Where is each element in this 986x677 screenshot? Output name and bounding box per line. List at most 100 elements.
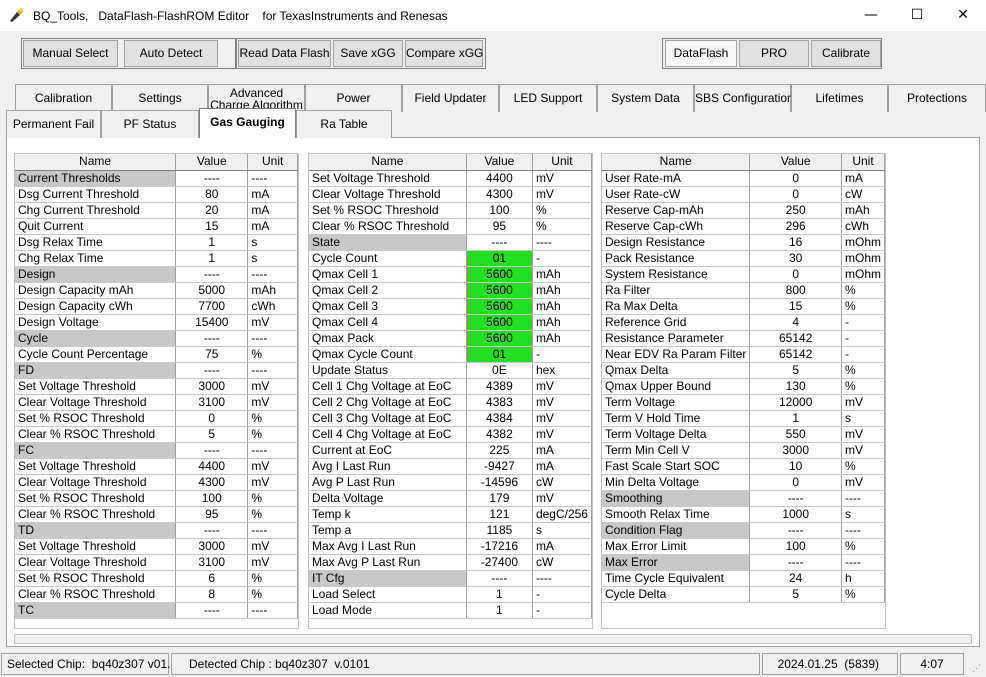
- table-row[interactable]: Pack Resistance 30 mOhm: [602, 250, 885, 267]
- row-value-cell[interactable]: 95: [175, 506, 249, 523]
- table-row[interactable]: Set % RSOC Threshold 0%: [15, 410, 298, 427]
- table-row[interactable]: Clear % RSOC Threshold 95%: [15, 506, 298, 523]
- table-row[interactable]: Condition Flag ---- ----: [602, 522, 885, 539]
- table-row[interactable]: IT Cfg ---- ----: [309, 570, 592, 587]
- table-row[interactable]: Smooth Relax Time 1000 s: [602, 506, 885, 523]
- row-value-cell[interactable]: -17216: [466, 538, 533, 555]
- row-value-cell[interactable]: 130: [749, 378, 842, 395]
- row-value-cell[interactable]: -14596: [466, 474, 533, 491]
- table-row[interactable]: Qmax Cycle Count 01-: [309, 346, 592, 363]
- row-value-cell[interactable]: 3000: [175, 378, 249, 395]
- mode-pro-button[interactable]: PRO: [739, 40, 809, 67]
- table-row[interactable]: Set % RSOC Threshold 6%: [15, 570, 298, 587]
- table-row[interactable]: Cell 2 Chg Voltage at EoC 4383 mV: [309, 394, 592, 411]
- table-row[interactable]: Qmax Pack 5600 mAh: [309, 330, 592, 347]
- value-header[interactable]: Value: [175, 154, 249, 171]
- table-row[interactable]: Cell 4 Chg Voltage at EoC 4382 mV: [309, 426, 592, 443]
- row-value-cell[interactable]: 800: [749, 282, 842, 299]
- unit-header[interactable]: Unit: [841, 154, 885, 171]
- row-value-cell[interactable]: 8: [175, 586, 249, 603]
- row-value-cell[interactable]: 65142: [749, 330, 842, 347]
- table-row[interactable]: Set Voltage Threshold 4400 mV: [15, 458, 298, 475]
- table-row[interactable]: Ra Max Delta 15%: [602, 298, 885, 315]
- table-row[interactable]: TC ---- ----: [15, 602, 298, 619]
- row-value-cell[interactable]: 4383: [466, 394, 533, 411]
- row-value-cell[interactable]: ----: [749, 554, 842, 571]
- table-row[interactable]: Time Cycle Equivalent 24 h: [602, 570, 885, 587]
- unit-header[interactable]: Unit: [247, 154, 298, 171]
- table-row[interactable]: Cell 3 Chg Voltage at EoC 4384 mV: [309, 410, 592, 427]
- table-row[interactable]: Smoothing ---- ----: [602, 490, 885, 507]
- table-row[interactable]: Set Voltage Threshold 3000 mV: [15, 538, 298, 555]
- row-value-cell[interactable]: 3100: [175, 554, 249, 571]
- row-value-cell[interactable]: 0: [749, 474, 842, 491]
- tab-pf-status[interactable]: PF Status: [101, 110, 199, 138]
- table-row[interactable]: Qmax Cell 1 5600 mAh: [309, 266, 592, 283]
- row-value-cell[interactable]: 5: [749, 362, 842, 379]
- row-value-cell[interactable]: 12000: [749, 394, 842, 411]
- unit-header[interactable]: Unit: [532, 154, 592, 171]
- row-value-cell[interactable]: 24: [749, 570, 842, 587]
- row-value-cell[interactable]: ----: [175, 362, 249, 379]
- row-value-cell[interactable]: 10: [749, 458, 842, 475]
- tab-field-updater[interactable]: Field Updater: [402, 84, 499, 112]
- row-value-cell[interactable]: 4: [749, 314, 842, 331]
- row-value-cell[interactable]: 1: [175, 250, 249, 267]
- row-value-cell[interactable]: 3000: [175, 538, 249, 555]
- compare-xgg-button[interactable]: Compare xGG: [405, 40, 483, 67]
- row-value-cell[interactable]: 1185: [466, 522, 533, 539]
- row-value-cell[interactable]: ----: [175, 522, 249, 539]
- table-row[interactable]: Load Select 1-: [309, 586, 592, 603]
- table-row[interactable]: Fast Scale Start SOC 10%: [602, 458, 885, 475]
- row-value-cell[interactable]: 16: [749, 234, 842, 251]
- row-value-cell[interactable]: 5: [749, 586, 842, 603]
- value-header[interactable]: Value: [466, 154, 533, 171]
- row-value-cell[interactable]: 1: [749, 410, 842, 427]
- row-value-cell[interactable]: 4300: [466, 186, 533, 203]
- row-value-cell[interactable]: 100: [466, 202, 533, 219]
- read-data-flash-button[interactable]: Read Data Flash: [238, 40, 331, 67]
- table-row[interactable]: Temp a 1185 s: [309, 522, 592, 539]
- table-row[interactable]: FC ---- ----: [15, 442, 298, 459]
- row-value-cell[interactable]: 7700: [175, 298, 249, 315]
- table-row[interactable]: Min Delta Voltage 0 mV: [602, 474, 885, 491]
- row-value-cell[interactable]: ----: [175, 442, 249, 459]
- row-value-cell[interactable]: 0E: [466, 362, 533, 379]
- table-row[interactable]: Clear % RSOC Threshold 95%: [309, 218, 592, 235]
- table-row[interactable]: Current at EoC 225 mA: [309, 442, 592, 459]
- table-row[interactable]: Clear Voltage Threshold 4300 mV: [309, 186, 592, 203]
- row-value-cell[interactable]: -27400: [466, 554, 533, 571]
- name-header[interactable]: Name: [15, 154, 177, 171]
- table-row[interactable]: Clear % RSOC Threshold 5%: [15, 426, 298, 443]
- row-value-cell[interactable]: 5600: [466, 282, 533, 299]
- table-row[interactable]: TD ---- ----: [15, 522, 298, 539]
- table-row[interactable]: Avg I Last Run -9427 mA: [309, 458, 592, 475]
- row-value-cell[interactable]: ----: [466, 234, 533, 251]
- table-row[interactable]: Qmax Cell 3 5600 mAh: [309, 298, 592, 315]
- table-row[interactable]: Quit Current 15 mA: [15, 218, 298, 235]
- table-row[interactable]: Reserve Cap-cWh 296 cWh: [602, 218, 885, 235]
- table-row[interactable]: Design Capacity mAh 5000 mAh: [15, 282, 298, 299]
- table-row[interactable]: Set Voltage Threshold 4400 mV: [309, 170, 592, 187]
- row-value-cell[interactable]: ----: [175, 266, 249, 283]
- table-row[interactable]: Cycle Count Percentage 75%: [15, 346, 298, 363]
- row-value-cell[interactable]: 95: [466, 218, 533, 235]
- row-value-cell[interactable]: 15400: [175, 314, 249, 331]
- table-row[interactable]: Set Voltage Threshold 3000 mV: [15, 378, 298, 395]
- table-row[interactable]: Design Capacity cWh 7700 cWh: [15, 298, 298, 315]
- table-row[interactable]: Max Avg P Last Run -27400 cW: [309, 554, 592, 571]
- row-value-cell[interactable]: ----: [749, 490, 842, 507]
- table-row[interactable]: Near EDV Ra Param Filter 65142-: [602, 346, 885, 363]
- row-value-cell[interactable]: 5000: [175, 282, 249, 299]
- table-row[interactable]: Set % RSOC Threshold 100%: [15, 490, 298, 507]
- row-value-cell[interactable]: 4384: [466, 410, 533, 427]
- tab-permanent-fail[interactable]: Permanent Fail: [6, 110, 101, 138]
- row-value-cell[interactable]: -9427: [466, 458, 533, 475]
- row-value-cell[interactable]: 01: [466, 346, 533, 363]
- table-row[interactable]: Resistance Parameter 65142-: [602, 330, 885, 347]
- row-value-cell[interactable]: ----: [175, 602, 249, 619]
- row-value-cell[interactable]: 5600: [466, 266, 533, 283]
- row-value-cell[interactable]: ----: [466, 570, 533, 587]
- manual-select-button[interactable]: Manual Select: [23, 40, 118, 67]
- table-row[interactable]: Clear Voltage Threshold 4300 mV: [15, 474, 298, 491]
